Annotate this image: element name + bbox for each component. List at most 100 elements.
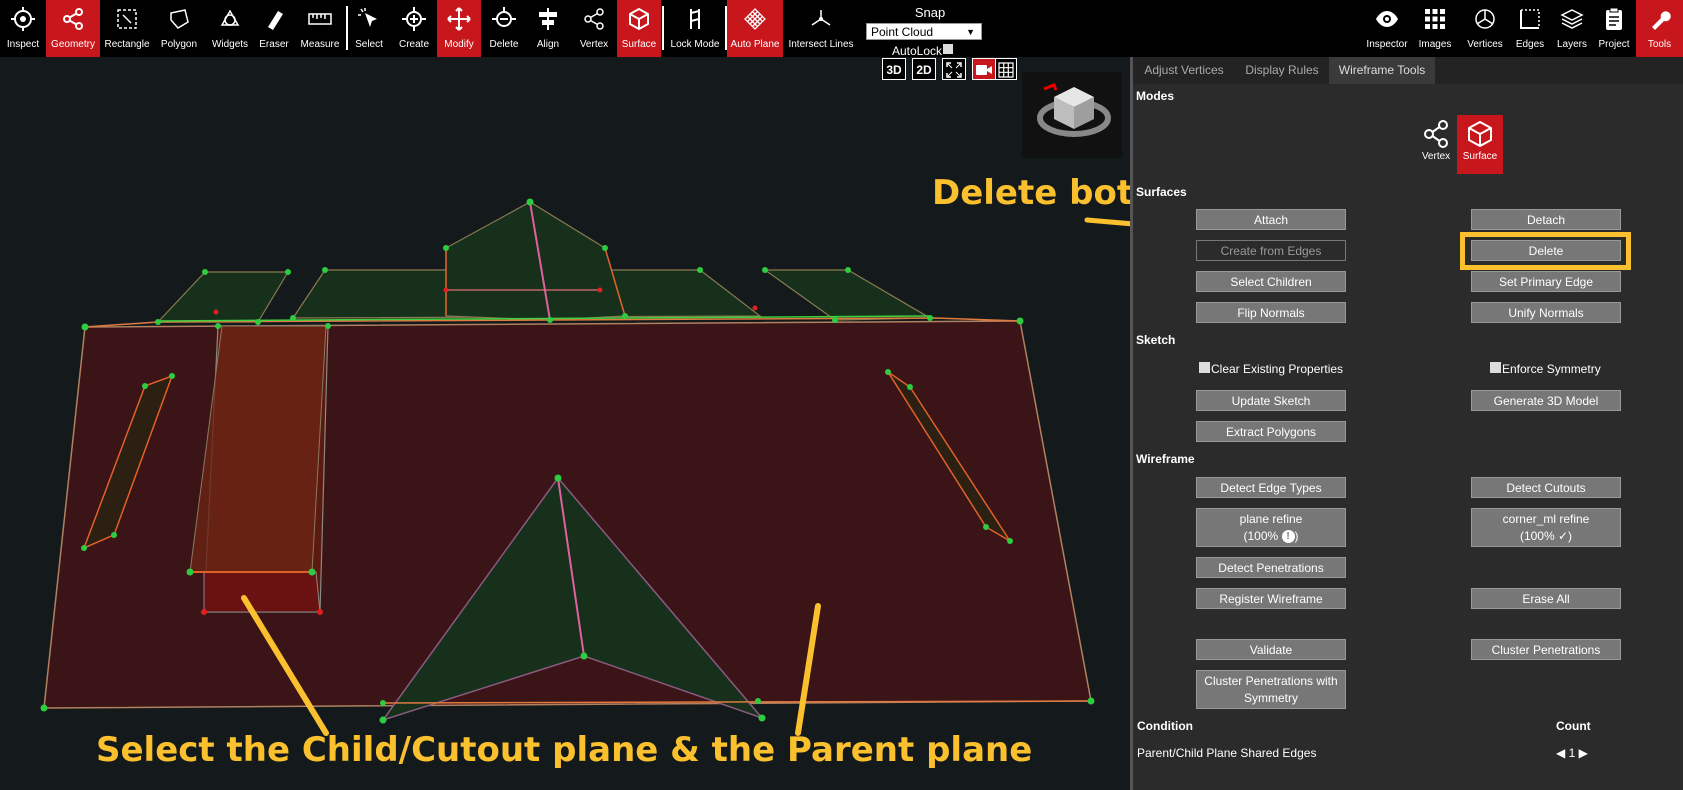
- create-plus-icon: [402, 7, 426, 31]
- checkbox-box[interactable]: [1490, 362, 1501, 373]
- tool-widgets-button[interactable]: Widgets: [206, 0, 254, 57]
- modes-title: Modes: [1136, 89, 1175, 103]
- align-icon: [539, 8, 557, 30]
- tool-geometry-button[interactable]: Geometry: [46, 0, 100, 57]
- annotation-select-planes: Select the Child/Cutout plane & the Pare…: [96, 730, 1033, 770]
- tab-display-rules[interactable]: Display Rules: [1238, 57, 1326, 84]
- toolbar-label: Create: [398, 39, 429, 50]
- autolock-toggle[interactable]: AutoLock: [892, 44, 954, 58]
- tool-select-button[interactable]: Select: [350, 0, 388, 57]
- register-wireframe-button[interactable]: Register Wireframe: [1196, 588, 1346, 609]
- generate-3d-model-button[interactable]: Generate 3D Model: [1471, 390, 1621, 411]
- tab-adjust-vertices[interactable]: Adjust Vertices: [1134, 57, 1234, 84]
- count-header: Count: [1556, 719, 1591, 733]
- delete-button[interactable]: Delete: [1471, 240, 1621, 261]
- autolock-checkbox[interactable]: [943, 44, 954, 54]
- validate-button[interactable]: Validate: [1196, 639, 1346, 660]
- toolbar-label: Delete: [489, 39, 519, 50]
- toolbar-label: Widgets: [211, 39, 249, 50]
- attach-button[interactable]: Attach: [1196, 209, 1346, 230]
- count-stepper[interactable]: ◀ 1 ▶: [1556, 746, 1588, 760]
- tool-inspect-button[interactable]: Inspect: [0, 0, 46, 57]
- toolbar-label: Project: [1598, 39, 1630, 50]
- update-sketch-button[interactable]: Update Sketch: [1196, 390, 1346, 411]
- detect-cutouts-button[interactable]: Detect Cutouts: [1471, 477, 1621, 498]
- cluster-penetrations-button[interactable]: Cluster Penetrations: [1471, 639, 1621, 660]
- 3d-viewport[interactable]: [0, 57, 1130, 790]
- detect-penetrations-button[interactable]: Detect Penetrations: [1196, 557, 1346, 578]
- mode-vertex-button[interactable]: Vertex: [1413, 115, 1459, 171]
- panel-vertices-button[interactable]: Vertices: [1459, 0, 1511, 57]
- snap-value: Point Cloud: [871, 25, 934, 39]
- tool-create-button[interactable]: Create: [390, 0, 438, 57]
- erase-all-button[interactable]: Erase All: [1471, 588, 1621, 609]
- tool-auto-plane-button[interactable]: Auto Plane: [727, 0, 783, 57]
- panel-images-button[interactable]: Images: [1411, 0, 1459, 57]
- toolbar-label: Edges: [1515, 39, 1545, 50]
- edges-icon: [1520, 9, 1540, 29]
- snap-select[interactable]: Point Cloud ▼: [866, 23, 982, 40]
- enforce-symmetry-checkbox[interactable]: Enforce Symmetry: [1490, 362, 1601, 376]
- panel-edges-button[interactable]: Edges: [1508, 0, 1552, 57]
- create-from-edges-button[interactable]: Create from Edges: [1196, 240, 1346, 261]
- share-nodes-icon: [63, 8, 83, 30]
- panel-inspector-button[interactable]: Inspector: [1363, 0, 1411, 57]
- flip-normals-button[interactable]: Flip Normals: [1196, 302, 1346, 323]
- cluster-penetrations-symmetry-button[interactable]: Cluster Penetrations with Symmetry: [1196, 670, 1346, 709]
- tool-eraser-button[interactable]: Eraser: [254, 0, 294, 57]
- tool-measure-button[interactable]: Measure: [294, 0, 346, 57]
- clear-existing-checkbox[interactable]: Clear Existing Properties: [1199, 362, 1343, 376]
- unify-normals-button[interactable]: Unify Normals: [1471, 302, 1621, 323]
- arrow-left-icon[interactable]: ◀: [1556, 746, 1565, 760]
- cursor-click-icon: [358, 8, 377, 27]
- tool-polygon-button[interactable]: Polygon: [152, 0, 206, 57]
- corner-refine-button[interactable]: corner_ml refine (100% ✓): [1471, 508, 1621, 547]
- snap-title: Snap: [914, 5, 946, 20]
- eraser-icon: [268, 11, 283, 30]
- layers-icon: [1560, 9, 1584, 29]
- tab-wireframe-tools[interactable]: Wireframe Tools: [1329, 57, 1435, 84]
- tool-rectangle-button[interactable]: Rectangle: [100, 0, 154, 57]
- panel-layers-button[interactable]: Layers: [1550, 0, 1594, 57]
- tool-intersect-lines-button[interactable]: Intersect Lines: [784, 0, 858, 57]
- toolbar-label: Images: [1418, 39, 1452, 50]
- toolbar-separator: [662, 6, 664, 50]
- mode-surface-button[interactable]: Surface: [1457, 115, 1503, 174]
- detect-edge-types-button[interactable]: Detect Edge Types: [1196, 477, 1346, 498]
- toolbar-label: Align: [536, 39, 560, 50]
- autolock-label: AutoLock: [892, 44, 943, 58]
- panel-project-button[interactable]: Project: [1592, 0, 1636, 57]
- cube-icon: [1468, 121, 1492, 147]
- toolbar-label: Tools: [1647, 39, 1672, 50]
- eye-icon: [1376, 11, 1398, 27]
- roof-plane-left: [156, 271, 290, 323]
- set-primary-edge-button[interactable]: Set Primary Edge: [1471, 271, 1621, 292]
- intersect-lines-icon: [811, 10, 831, 26]
- surfaces-title: Surfaces: [1136, 185, 1187, 199]
- cluster-sym-label-1: Cluster Penetrations with: [1204, 674, 1338, 688]
- panel-tools-button[interactable]: Tools: [1636, 0, 1683, 57]
- tool-lock-mode-button[interactable]: Lock Mode: [664, 0, 726, 57]
- tool-modify-button[interactable]: Modify: [437, 0, 481, 57]
- tool-surface-button[interactable]: Surface: [617, 0, 661, 57]
- checkbox-box[interactable]: [1199, 362, 1210, 373]
- rectangle-select-icon: [117, 9, 137, 29]
- count-value: 1: [1568, 746, 1576, 760]
- toolbar-label: Vertex: [579, 39, 609, 50]
- extract-polygons-button[interactable]: Extract Polygons: [1196, 421, 1346, 442]
- grid-plane-icon: [744, 8, 766, 30]
- condition-row-label: Parent/Child Plane Shared Edges: [1137, 746, 1317, 760]
- toolbar-separator: [346, 6, 348, 50]
- plane-refine-button[interactable]: plane refine (100% !): [1196, 508, 1346, 547]
- delete-minus-icon: [492, 7, 516, 27]
- condition-header: Condition: [1137, 719, 1193, 733]
- tool-align-button[interactable]: Align: [527, 0, 569, 57]
- top-toolbar: Inspect Geometry Rectangle Polygon Widgets Er…: [0, 0, 1683, 57]
- tool-delete-button[interactable]: Delete: [482, 0, 526, 57]
- tool-vertex-button[interactable]: Vertex: [572, 0, 616, 57]
- select-children-button[interactable]: Select Children: [1196, 271, 1346, 292]
- toolbar-label: Vertices: [1467, 39, 1503, 50]
- plane-refine-label: plane refine: [1239, 512, 1303, 526]
- arrow-right-icon[interactable]: ▶: [1579, 746, 1588, 760]
- detach-button[interactable]: Detach: [1471, 209, 1621, 230]
